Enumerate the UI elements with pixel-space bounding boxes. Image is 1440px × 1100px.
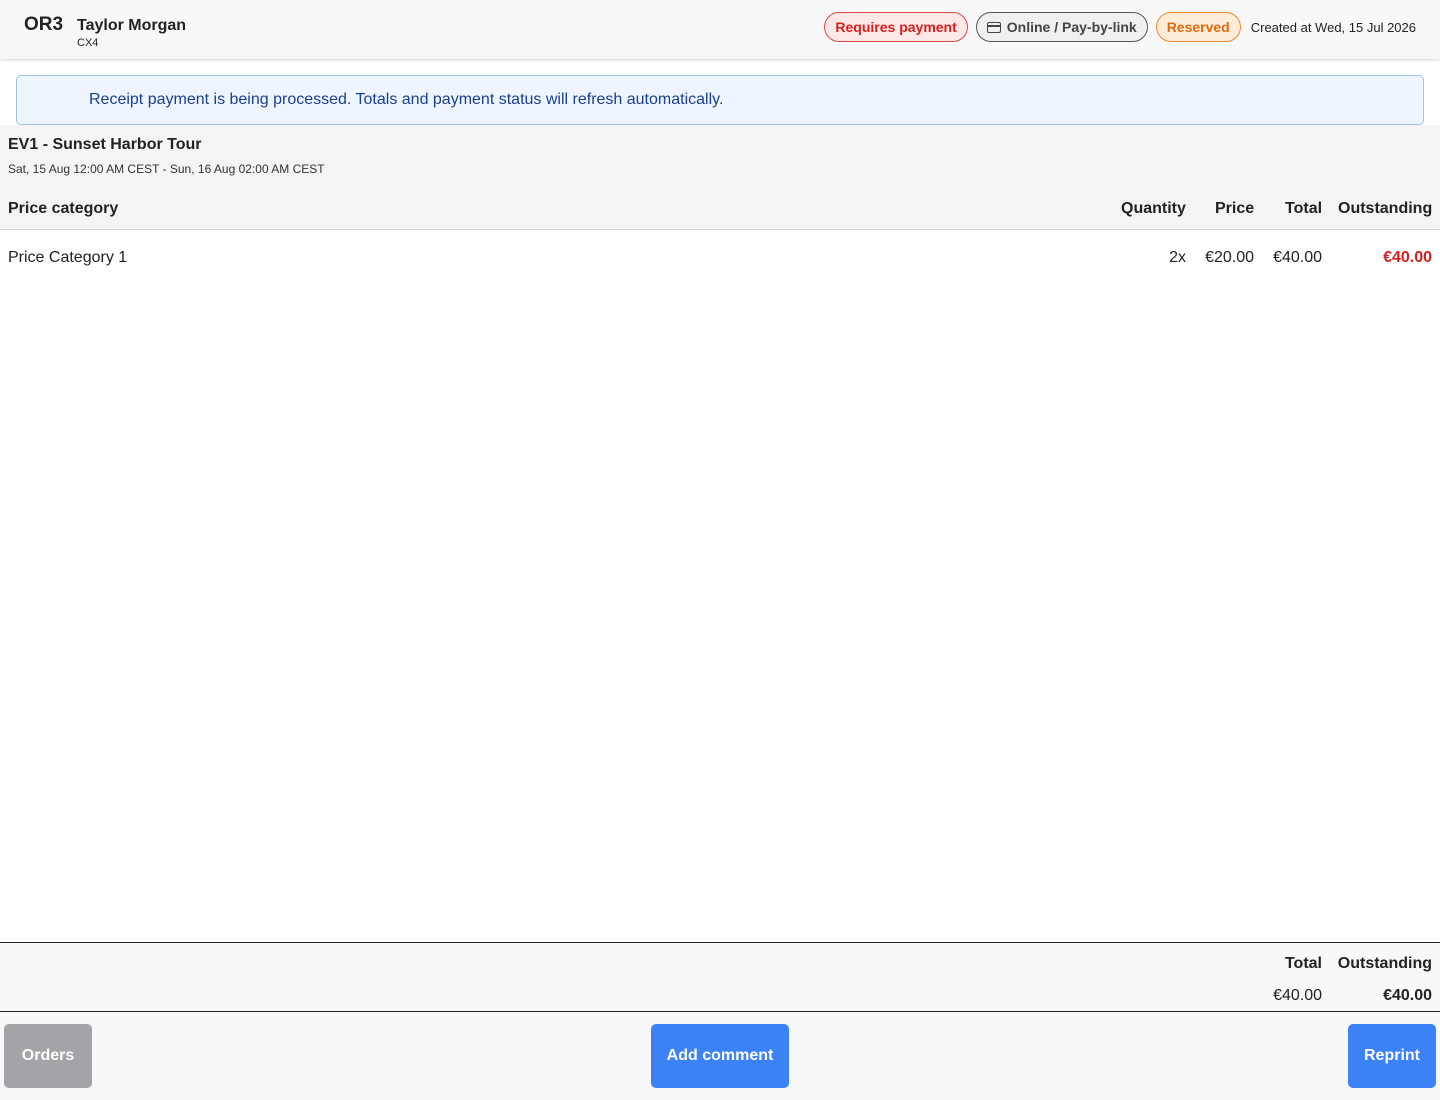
- column-header-outstanding: Outstanding: [1338, 200, 1433, 217]
- created-date: Created at Wed, 15 Jul 2026: [1250, 19, 1416, 35]
- row-category: Price Category 1: [8, 249, 128, 266]
- order-header: OR3 Taylor Morgan CX4 Requires payment O…: [0, 0, 1440, 59]
- column-header-price: Price: [1215, 200, 1255, 217]
- event-section: EV1 - Sunset Harbor Tour Sat, 15 Aug 12:…: [0, 125, 1440, 230]
- order-status-bar: Requires payment Online / Pay-by-link Re…: [824, 12, 1416, 42]
- customer-name: Taylor Morgan: [77, 17, 187, 34]
- event-dates: Sat, 15 Aug 12:00 AM CEST - Sun, 16 Aug …: [8, 162, 325, 176]
- order-id: OR3: [24, 14, 64, 35]
- column-header-category: Price category: [8, 200, 119, 217]
- payment-status-badge: Requires payment: [824, 12, 968, 42]
- payment-method-label: Online / Pay-by-link: [1006, 19, 1137, 35]
- reservation-status-badge: Reserved: [1155, 12, 1241, 42]
- credit-card-icon: [986, 21, 1001, 33]
- table-row: Price Category 1 2x €20.00 €40.00 €40.00: [0, 230, 1440, 285]
- event-title: EV1 - Sunset Harbor Tour: [8, 136, 202, 153]
- totals-total-label: Total: [1284, 955, 1322, 972]
- totals-outstanding-value: €40.00: [1383, 987, 1432, 1004]
- row-total: €40.00: [1273, 249, 1322, 266]
- totals-total-value: €40.00: [1273, 987, 1322, 1004]
- column-header-quantity: Quantity: [1121, 200, 1186, 217]
- row-price: €20.00: [1205, 249, 1254, 266]
- payment-method-badge: Online / Pay-by-link: [975, 12, 1148, 42]
- payment-processing-notice: Receipt payment is being processed. Tota…: [16, 75, 1424, 125]
- footer-toolbar: Orders Add comment Reprint: [0, 1012, 1440, 1100]
- totals-summary: Total Outstanding €40.00 €40.00: [0, 942, 1440, 1012]
- row-quantity: 2x: [1169, 249, 1186, 266]
- customer-code: CX4: [77, 37, 99, 49]
- row-outstanding: €40.00: [1383, 249, 1432, 266]
- column-header-total: Total: [1285, 200, 1323, 217]
- reprint-button[interactable]: Reprint: [1348, 1024, 1436, 1088]
- notice-text: Receipt payment is being processed. Tota…: [89, 91, 724, 108]
- orders-button[interactable]: Orders: [4, 1024, 92, 1088]
- totals-outstanding-label: Outstanding: [1337, 955, 1432, 972]
- add-comment-button[interactable]: Add comment: [651, 1024, 789, 1088]
